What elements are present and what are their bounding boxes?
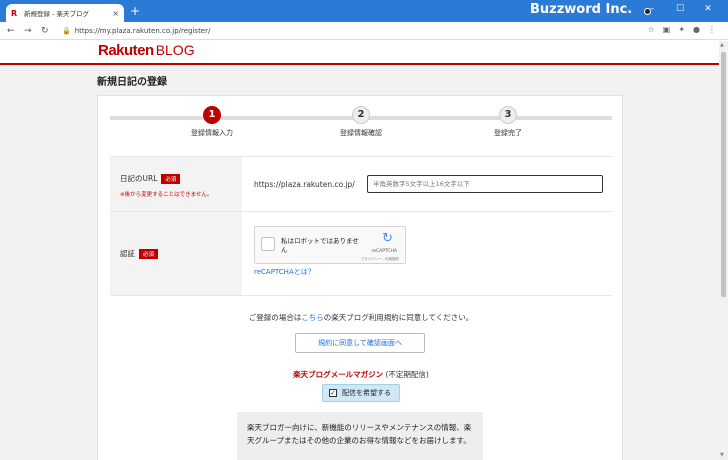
agreement-text: ご登録の場合はこちらの楽天ブログ利用規約に同意してください。 (98, 312, 624, 323)
page: Rakuten BLOG 新規日記の登録 1 登録情報入力 2 登録情報確認 3… (0, 41, 719, 460)
step-number: 3 (499, 106, 517, 124)
step-label: 登録情報確認 (340, 129, 382, 137)
scroll-up-icon[interactable]: ▲ (720, 42, 724, 48)
watermark: Buzzword Inc. (530, 2, 633, 17)
agreement-before: ご登録の場合は (248, 313, 302, 322)
step-number: 2 (352, 106, 370, 124)
auth-label-cell: 認証 必須 (110, 212, 242, 295)
url-note: ※後から変更することはできません。 (120, 192, 213, 198)
window-close-icon[interactable]: ✕ (694, 2, 722, 16)
url-prefix: https://plaza.rakuten.co.jp/ (254, 180, 355, 189)
agreement-after: の楽天ブログ利用規約に同意してください。 (323, 313, 474, 322)
recaptcha-checkbox[interactable] (261, 237, 275, 251)
url-text: https://my.plaza.rakuten.co.jp/register/ (74, 27, 211, 35)
blog-url-input[interactable] (367, 175, 603, 193)
extension-icons: ☆ ▣ ✦ ● ⋮ (648, 25, 716, 34)
magazine-title: 楽天ブログメールマガジン (不定期配信) (98, 369, 624, 380)
address-bar: ← → ↻ 🔒 https://my.plaza.rakuten.co.jp/r… (0, 22, 728, 40)
tab-title: 新規登録 - 楽天ブログ (24, 10, 89, 18)
site-header: Rakuten BLOG (0, 41, 719, 65)
step-number: 1 (203, 106, 221, 124)
magazine-name: 楽天ブログメールマガジン (293, 370, 384, 379)
step-2: 2 登録情報確認 (301, 106, 421, 138)
magazine-description: 楽天ブロガー向けに、新機能のリリースやメンテナンスの情報、楽天グループまたはその… (237, 412, 483, 460)
scroll-down-icon[interactable]: ▼ (720, 452, 724, 458)
step-label: 登録完了 (494, 129, 522, 137)
step-1: 1 登録情報入力 (152, 106, 272, 138)
scrollbar-thumb[interactable] (721, 52, 726, 297)
logo-sub: BLOG (155, 42, 195, 58)
puzzle-icon[interactable]: ✦ (678, 25, 685, 34)
extension-icon[interactable]: ▣ (663, 25, 671, 34)
magazine-note: (不定期配信) (383, 370, 429, 379)
recaptcha-logo-icon: ↻ (382, 231, 393, 246)
auth-label: 認証 (120, 249, 135, 258)
lock-icon: 🔒 (62, 27, 71, 35)
browser-tab[interactable]: R 新規登録 - 楽天ブログ × (6, 4, 124, 22)
terms-link[interactable]: こちら (301, 313, 324, 322)
required-badge: 必須 (139, 248, 159, 259)
page-title: 新規日記の登録 (97, 77, 167, 88)
subscribe-checkbox[interactable]: ✓ 配信を希望する (322, 384, 400, 402)
url-label-cell: 日記のURL 必須 ※後から変更することはできません。 (110, 157, 242, 211)
subscribe-label: 配信を希望する (342, 389, 391, 397)
step-3: 3 登録完了 (448, 106, 568, 138)
new-tab-icon[interactable]: + (130, 5, 140, 17)
menu-icon[interactable]: ⋮ (708, 25, 716, 34)
auth-row: 認証 必須 私はロボットではありません ↻ reCAPTCHA プライバシー - … (110, 211, 612, 296)
back-icon[interactable]: ← (7, 25, 15, 37)
check-icon: ✓ (329, 389, 337, 397)
step-label: 登録情報入力 (191, 129, 233, 137)
url-label: 日記のURL (120, 174, 158, 183)
window-controls: – ☐ ✕ (638, 2, 722, 16)
maximize-icon[interactable]: ☐ (666, 2, 694, 16)
rakuten-blog-logo[interactable]: Rakuten BLOG (98, 42, 195, 59)
agree-confirm-button[interactable]: 規約に同意して確認画面へ (295, 333, 425, 353)
url-field[interactable]: 🔒 https://my.plaza.rakuten.co.jp/registe… (62, 24, 632, 38)
recaptcha-widget: 私はロボットではありません ↻ reCAPTCHA プライバシー - 利用規約 (254, 226, 406, 264)
title-bar: R 新規登録 - 楽天ブログ × + Buzzword Inc. – ☐ ✕ (0, 0, 728, 22)
registration-card: 1 登録情報入力 2 登録情報確認 3 登録完了 日記のURL 必須 ※後から変更… (97, 95, 623, 460)
recaptcha-text: 私はロボットではありません (281, 237, 359, 254)
recaptcha-terms-link[interactable]: プライバシー - 利用規約 (361, 257, 399, 262)
account-icon[interactable]: ● (693, 25, 700, 34)
logo-main: Rakuten (98, 42, 154, 59)
reload-icon[interactable]: ↻ (41, 25, 49, 37)
tab-close-icon[interactable]: × (112, 9, 119, 18)
minimize-icon[interactable]: – (638, 2, 666, 16)
forward-icon[interactable]: → (24, 25, 32, 37)
recaptcha-brand: reCAPTCHA (371, 249, 397, 254)
bookmark-star-icon[interactable]: ☆ (648, 25, 655, 34)
url-row: 日記のURL 必須 ※後から変更することはできません。 https://plaza… (110, 156, 612, 211)
required-badge: 必須 (161, 173, 181, 184)
rakuten-favicon-icon: R (11, 8, 18, 18)
recaptcha-info-link[interactable]: reCAPTCHAとは？ (254, 267, 315, 277)
